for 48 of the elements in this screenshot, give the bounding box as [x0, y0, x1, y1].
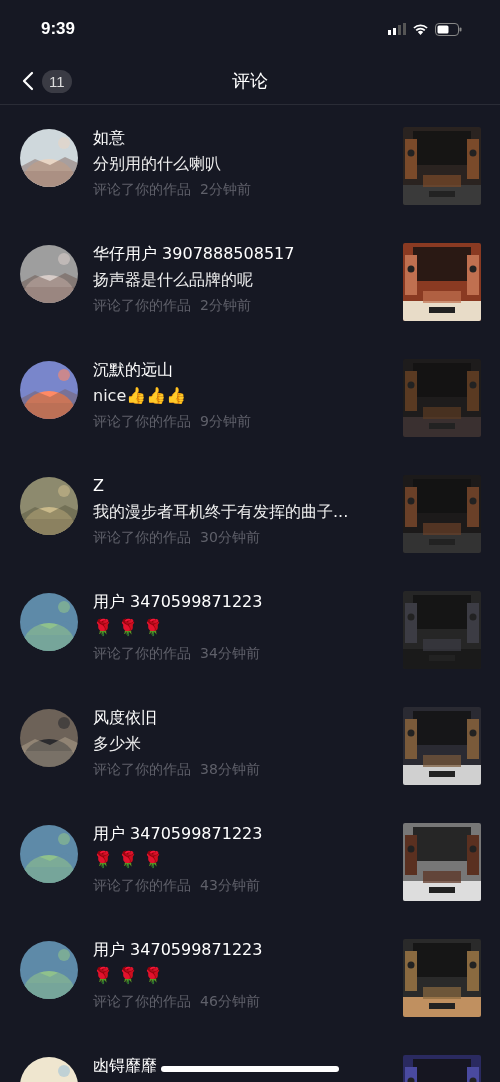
comment-item[interactable]: 沉默的远山 nice👍👍👍 评论了你的作品 9分钟前 [0, 359, 500, 475]
comment-item[interactable]: 风度依旧 多少米 评论了你的作品 38分钟前 [0, 707, 500, 823]
comment-item[interactable]: Z 我的漫步者耳机终于有发挥的曲子... 评论了你的作品 30分钟前 [0, 475, 500, 591]
username: 用户 3470599871223 [93, 823, 263, 845]
comment-text: 多少米 [93, 733, 142, 755]
comment-text: 分别用的什么喇叭 [93, 153, 222, 175]
username: 如意 [93, 127, 125, 149]
comment-action: 评论了你的作品 [93, 412, 191, 431]
comment-item[interactable]: 用户 3470599871223 🌹 🌹 🌹 评论了你的作品 34分钟前 [0, 591, 500, 707]
comment-time: 2分钟前 [200, 180, 251, 199]
username: 凼锝靡靡 [93, 1055, 157, 1077]
comment-action: 评论了你的作品 [93, 992, 191, 1011]
comment-time: 9分钟前 [200, 412, 251, 431]
comment-action: 评论了你的作品 [93, 876, 191, 895]
signal-icon [388, 23, 406, 35]
comment-time: 34分钟前 [200, 644, 260, 663]
comment-text: 🌹 🌹 🌹 [93, 849, 165, 871]
comment-time: 2分钟前 [200, 296, 251, 315]
battery-icon [435, 22, 462, 36]
username: 风度依旧 [93, 707, 157, 729]
back-icon [22, 71, 34, 91]
comment-item[interactable]: 华仔用户 3907888508517 扬声器是什么品牌的呢 评论了你的作品 2分钟前 [0, 243, 500, 359]
username: Z [93, 475, 104, 497]
comment-text: 扬声器是什么品牌的呢 [93, 269, 254, 291]
comment-action: 评论了你的作品 [93, 528, 191, 547]
comment-time: 43分钟前 [200, 876, 260, 895]
comment-item[interactable]: 用户 3470599871223 🌹 🌹 🌹 评论了你的作品 43分钟前 [0, 823, 500, 939]
comment-text: 我的漫步者耳机终于有发挥的曲子... [93, 501, 350, 523]
comment-text: 🌹 🌹 🌹 [93, 965, 165, 987]
comment-action: 评论了你的作品 [93, 296, 191, 315]
unread-count-badge: 11 [42, 69, 72, 93]
username: 用户 3470599871223 [93, 939, 263, 961]
username: 沉默的远山 [93, 359, 173, 381]
comment-action: 评论了你的作品 [93, 644, 191, 663]
comment-time: 38分钟前 [200, 760, 260, 779]
page-title: 评论 [232, 69, 268, 93]
comment-text: 🌹 🌹 🌹 [93, 617, 165, 639]
comment-time: 46分钟前 [200, 992, 260, 1011]
comment-text: nice👍👍👍 [93, 385, 188, 407]
username: 华仔用户 3907888508517 [93, 243, 295, 265]
username: 用户 3470599871223 [93, 591, 263, 613]
comment-action: 评论了你的作品 [93, 760, 191, 779]
comment-item[interactable]: 如意 分别用的什么喇叭 评论了你的作品 2分钟前 [0, 127, 500, 243]
status-time: 9:39 [41, 19, 76, 39]
comment-action: 评论了你的作品 [93, 180, 191, 199]
comment-time: 30分钟前 [200, 528, 260, 547]
comment-item[interactable]: 用户 3470599871223 🌹 🌹 🌹 评论了你的作品 46分钟前 [0, 939, 500, 1055]
wifi-icon [412, 23, 429, 35]
